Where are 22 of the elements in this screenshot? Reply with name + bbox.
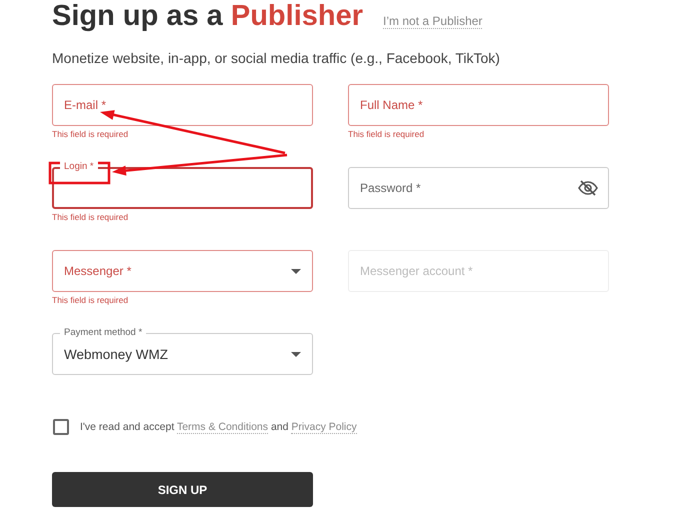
caret-icon [291,352,301,357]
input-field[interactable]: Password * [348,160,609,209]
agreement-text: I've read and accept Terms & Conditions and Privacy Policy [80,421,357,433]
switch-role-link[interactable]: I’m not a Publisher [383,14,482,29]
error-text: This field is required [52,212,130,222]
select-field[interactable]: Payment method * Webmoney WMZ [52,326,313,375]
error-text: This field is required [52,295,130,305]
page-title: Sign up as a Publisher [52,0,364,32]
subtitle: Monetize website, in-app, or social media traffic (e.g., Facebook, TikTok) [52,50,501,67]
checkbox[interactable] [53,419,69,435]
error-text: This field is required [52,129,130,139]
eye-slash-icon[interactable] [578,180,598,196]
caret-icon [291,269,301,274]
sign-up-button[interactable]: SIGN UP [52,472,313,507]
input-field[interactable]: Full Name * [348,77,609,126]
highlight-frame [48,162,110,184]
link[interactable]: Privacy Policy [291,421,357,434]
select-field[interactable]: Messenger * [52,243,313,292]
link[interactable]: Terms & Conditions [176,421,268,434]
input-field[interactable]: E-mail * [52,77,313,126]
error-text: This field is required [348,129,426,139]
input-field[interactable]: Login * [52,160,313,209]
